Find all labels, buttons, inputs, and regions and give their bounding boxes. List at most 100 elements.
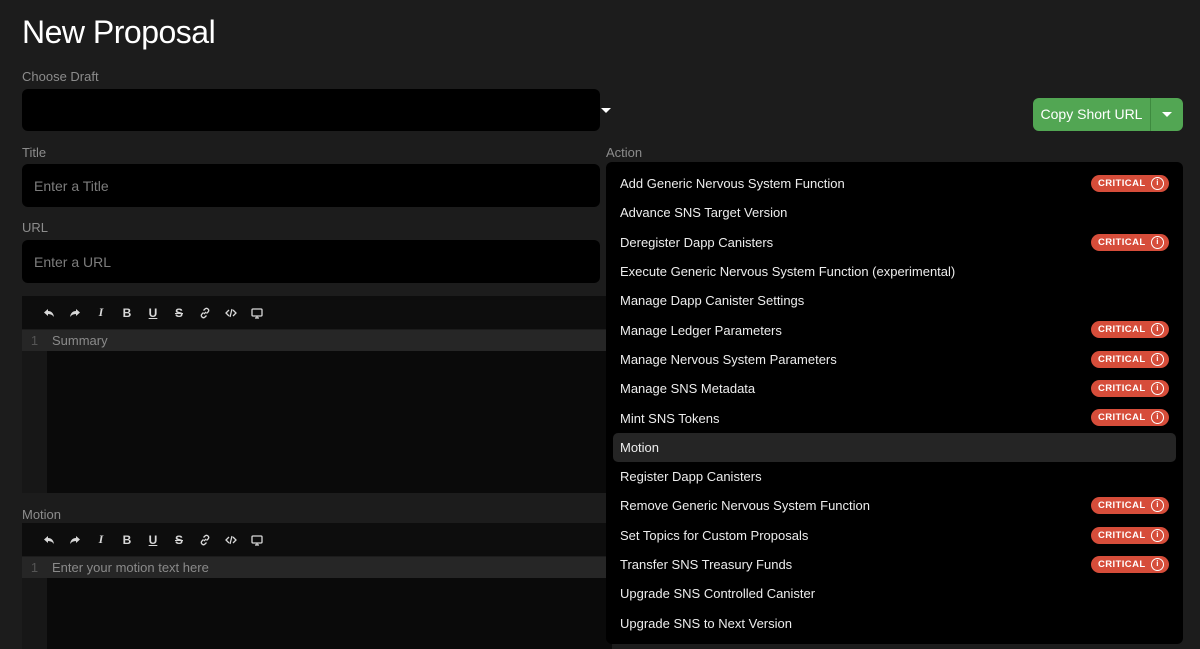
- info-icon[interactable]: i: [1151, 411, 1164, 425]
- line-number: 1: [30, 333, 39, 348]
- info-icon[interactable]: i: [1151, 528, 1164, 542]
- action-option-label: Transfer SNS Treasury Funds: [620, 557, 793, 572]
- action-label: Action: [606, 145, 643, 160]
- action-dropdown-list: Add Generic Nervous System Function CRITI…: [606, 162, 1183, 644]
- url-label: URL: [22, 220, 49, 235]
- action-option[interactable]: Register Dapp Canisters: [613, 462, 1176, 491]
- critical-badge-label: CRITICAL: [1098, 353, 1146, 365]
- critical-badge: CRITICAL i: [1091, 175, 1169, 192]
- info-icon[interactable]: i: [1151, 557, 1164, 571]
- action-option[interactable]: Mint SNS Tokens CRITICAL i: [613, 403, 1176, 432]
- action-option[interactable]: Manage Dapp Canister Settings: [613, 286, 1176, 315]
- critical-badge: CRITICAL i: [1091, 380, 1169, 398]
- action-option-label: Manage SNS Metadata: [620, 381, 756, 397]
- critical-badge-label: CRITICAL: [1098, 236, 1146, 248]
- preview-icon[interactable]: [244, 303, 270, 323]
- action-option[interactable]: Upgrade SNS Controlled Canister: [613, 579, 1176, 608]
- copy-short-url-button-group: Copy Short URL: [1033, 98, 1183, 131]
- critical-badge-label: CRITICAL: [1098, 178, 1146, 189]
- code-icon[interactable]: [218, 303, 244, 323]
- info-icon[interactable]: i: [1151, 235, 1164, 249]
- copy-url-options-button[interactable]: [1151, 98, 1183, 131]
- critical-badge-label: CRITICAL: [1098, 500, 1146, 512]
- line-number: 1: [30, 560, 39, 575]
- critical-badge-label: CRITICAL: [1098, 383, 1146, 395]
- motion-editor: I B U S 1 Enter your motion text here: [22, 523, 612, 649]
- action-option-label: Motion: [620, 439, 660, 455]
- critical-badge: CRITICAL i: [1091, 321, 1169, 339]
- critical-badge-label: CRITICAL: [1098, 558, 1146, 570]
- active-line: [22, 330, 612, 351]
- action-option[interactable]: Set Topics for Custom Proposals CRITICAL i: [613, 521, 1176, 550]
- underline-icon[interactable]: U: [140, 303, 166, 323]
- action-option[interactable]: Add Generic Nervous System Function CRITI…: [613, 169, 1176, 198]
- action-option[interactable]: Deregister Dapp Canisters CRITICAL i: [613, 228, 1176, 257]
- critical-badge: CRITICAL i: [1091, 555, 1169, 573]
- action-option-label: Add Generic Nervous System Function: [620, 176, 845, 192]
- link-icon[interactable]: [192, 530, 218, 550]
- info-icon[interactable]: i: [1151, 352, 1164, 366]
- url-input[interactable]: [22, 240, 600, 283]
- info-icon[interactable]: i: [1151, 323, 1164, 337]
- action-option-label: Deregister Dapp Canisters: [620, 234, 774, 250]
- summary-placeholder: Summary: [52, 333, 108, 348]
- summary-text-area[interactable]: 1 Summary: [22, 330, 612, 493]
- strikethrough-icon[interactable]: S: [166, 530, 192, 550]
- action-option-label: Upgrade SNS to Next Version: [620, 615, 792, 631]
- action-option-label: Register Dapp Canisters: [620, 469, 762, 485]
- italic-icon[interactable]: I: [88, 303, 114, 323]
- info-icon[interactable]: i: [1151, 382, 1164, 396]
- page-title: New Proposal: [22, 14, 216, 50]
- motion-text-area[interactable]: 1 Enter your motion text here: [22, 557, 612, 649]
- critical-badge: CRITICAL i: [1091, 350, 1169, 368]
- action-option-label: Upgrade SNS Controlled Canister: [620, 586, 816, 602]
- code-icon[interactable]: [218, 530, 244, 550]
- undo-icon[interactable]: [36, 530, 62, 550]
- critical-badge: CRITICAL i: [1091, 409, 1169, 427]
- undo-icon[interactable]: [36, 303, 62, 323]
- critical-badge-label: CRITICAL: [1098, 412, 1146, 424]
- choose-draft-label: Choose Draft: [22, 69, 99, 84]
- title-label: Title: [22, 145, 47, 160]
- action-option-label: Manage Dapp Canister Settings: [620, 293, 805, 309]
- choose-draft-select[interactable]: [22, 89, 611, 131]
- action-option-label: Advance SNS Target Version: [620, 205, 788, 221]
- line-gutter: [22, 330, 47, 493]
- copy-short-url-button[interactable]: Copy Short URL: [1033, 98, 1151, 131]
- critical-badge: CRITICAL i: [1091, 526, 1169, 544]
- action-option-label: Mint SNS Tokens: [620, 410, 720, 426]
- new-proposal-page: New Proposal Choose Draft Copy Short URL…: [0, 0, 1200, 649]
- preview-icon[interactable]: [244, 530, 270, 550]
- underline-icon[interactable]: U: [140, 530, 166, 550]
- strikethrough-icon[interactable]: S: [166, 303, 192, 323]
- action-option[interactable]: Execute Generic Nervous System Function …: [613, 257, 1176, 286]
- action-option[interactable]: Manage SNS Metadata CRITICAL i: [613, 374, 1176, 403]
- action-option[interactable]: Remove Generic Nervous System Function CR…: [613, 491, 1176, 520]
- redo-icon[interactable]: [62, 530, 88, 550]
- motion-toolbar: I B U S: [22, 523, 612, 557]
- motion-label: Motion: [22, 507, 62, 522]
- action-option[interactable]: Manage Nervous System Parameters CRITICAL…: [613, 345, 1176, 374]
- critical-badge: CRITICAL i: [1091, 233, 1169, 251]
- italic-icon[interactable]: I: [88, 530, 114, 550]
- chevron-down-icon: [601, 108, 611, 113]
- info-icon[interactable]: i: [1151, 499, 1164, 513]
- action-option-label: Manage Ledger Parameters: [620, 322, 782, 338]
- bold-icon[interactable]: B: [114, 303, 140, 323]
- action-option[interactable]: Manage Ledger Parameters CRITICAL i: [613, 315, 1176, 344]
- action-option-label: Remove Generic Nervous System Function: [620, 498, 870, 514]
- action-option-label: Execute Generic Nervous System Function …: [620, 264, 956, 280]
- summary-editor: I B U S 1 Summary: [22, 296, 612, 493]
- link-icon[interactable]: [192, 303, 218, 323]
- title-input[interactable]: [22, 164, 600, 207]
- critical-badge: CRITICAL i: [1091, 497, 1169, 515]
- action-option[interactable]: Advance SNS Target Version: [613, 198, 1176, 227]
- action-option[interactable]: Motion: [613, 432, 1176, 462]
- action-option[interactable]: Upgrade SNS to Next Version: [613, 608, 1176, 637]
- bold-icon[interactable]: B: [114, 530, 140, 550]
- summary-toolbar: I B U S: [22, 296, 612, 330]
- chevron-down-icon: [1162, 112, 1172, 117]
- redo-icon[interactable]: [62, 303, 88, 323]
- info-icon[interactable]: i: [1151, 177, 1164, 190]
- action-option[interactable]: Transfer SNS Treasury Funds CRITICAL i: [613, 550, 1176, 579]
